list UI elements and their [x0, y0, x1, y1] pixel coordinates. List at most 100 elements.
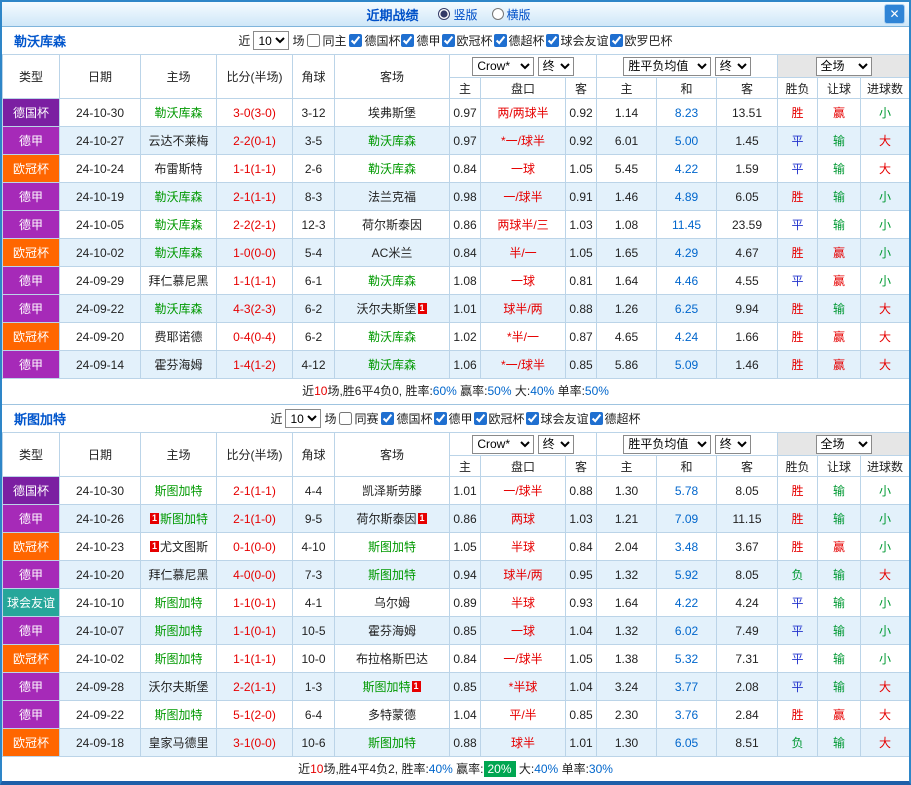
- league-filters: 德国杯德甲欧冠杯德超杯球会友谊欧罗巴杯: [349, 32, 672, 49]
- handicap-result: 输: [818, 589, 861, 617]
- team-name-text: 斯图加特: [160, 512, 208, 526]
- score: 0-1(0-0): [217, 533, 293, 561]
- recent-count-select[interactable]: 10: [253, 31, 289, 50]
- avg-company-select[interactable]: 胜平负均值: [623, 435, 711, 454]
- away-team: 沃尔夫斯堡1: [335, 295, 450, 323]
- league-filter[interactable]: 德甲: [401, 32, 440, 49]
- match-type: 欧冠杯: [3, 323, 60, 351]
- result: 胜: [778, 533, 818, 561]
- match-date: 24-10-02: [60, 645, 141, 673]
- match-row: 德国杯24-10-30勒沃库森3-0(3-0)3-12埃弗斯堡0.97两/两球半…: [3, 99, 910, 127]
- league-checkbox[interactable]: [610, 34, 623, 47]
- sub-avg-draw: 和: [657, 78, 717, 99]
- league-label: 欧罗巴杯: [625, 32, 673, 49]
- match-type: 球会友谊: [3, 589, 60, 617]
- away-team: 斯图加特: [335, 533, 450, 561]
- result: 胜: [778, 351, 818, 379]
- result: 胜: [778, 183, 818, 211]
- avg-final-select[interactable]: 终: [715, 435, 751, 454]
- home-team: 1尤文图斯: [141, 533, 217, 561]
- odds-away: 0.85: [566, 701, 597, 729]
- odds-away: 1.05: [566, 239, 597, 267]
- home-team: 斯图加特: [141, 701, 217, 729]
- odds-company-select[interactable]: Crow*: [472, 435, 534, 454]
- portrait-radio[interactable]: [438, 8, 450, 20]
- match-row: 德甲24-10-19勒沃库森2-1(1-1)8-3法兰克福0.98一/球半0.9…: [3, 183, 910, 211]
- league-checkbox[interactable]: [401, 34, 414, 47]
- league-filter[interactable]: 欧冠杯: [442, 32, 493, 49]
- league-filter[interactable]: 球会友谊: [526, 410, 589, 427]
- odds-away: 0.92: [566, 127, 597, 155]
- match-row: 欧冠杯24-10-02斯图加特1-1(1-1)10-0布拉格斯巴达0.84一/球…: [3, 645, 910, 673]
- recent-count-select[interactable]: 10: [285, 409, 321, 428]
- odds-handicap: 一球: [481, 267, 566, 295]
- result: 平: [778, 645, 818, 673]
- league-filter[interactable]: 德超杯: [590, 410, 641, 427]
- avg-home: 4.65: [597, 323, 657, 351]
- league-checkbox[interactable]: [434, 412, 447, 425]
- league-filter[interactable]: 球会友谊: [546, 32, 609, 49]
- corners: 6-1: [293, 267, 335, 295]
- odds-home: 0.97: [450, 99, 481, 127]
- league-label: 德超杯: [509, 32, 545, 49]
- league-checkbox[interactable]: [546, 34, 559, 47]
- match-date: 24-09-22: [60, 295, 141, 323]
- handicap-result: 输: [818, 183, 861, 211]
- league-filter[interactable]: 欧罗巴杯: [610, 32, 673, 49]
- league-checkbox[interactable]: [526, 412, 539, 425]
- league-checkbox[interactable]: [474, 412, 487, 425]
- league-filter[interactable]: 德超杯: [494, 32, 545, 49]
- view-option-portrait[interactable]: 竖版: [438, 6, 477, 23]
- avg-home: 3.24: [597, 673, 657, 701]
- match-date: 24-10-05: [60, 211, 141, 239]
- league-filter[interactable]: 德甲: [434, 410, 473, 427]
- league-filter[interactable]: 德国杯: [381, 410, 432, 427]
- view-option-landscape[interactable]: 横版: [492, 6, 531, 23]
- close-button[interactable]: ✕: [884, 4, 905, 24]
- home-team: 斯图加特: [141, 589, 217, 617]
- result: 平: [778, 673, 818, 701]
- result: 平: [778, 211, 818, 239]
- league-filter[interactable]: 德国杯: [349, 32, 400, 49]
- col-away: 客场: [335, 55, 450, 99]
- same-competition-filter[interactable]: 同赛: [339, 410, 378, 427]
- odds-final-select[interactable]: 终: [538, 57, 574, 76]
- recent-matches-table: 类型 日期 主场 比分(半场) 角球 客场 Crow* 终 胜平负均值 终: [2, 432, 910, 757]
- team-name-text: 勒沃库森: [368, 330, 416, 344]
- scope-select[interactable]: 全场: [816, 57, 872, 76]
- col-home: 主场: [141, 55, 217, 99]
- same-venue-filter[interactable]: 同主: [307, 32, 346, 49]
- avg-final-select[interactable]: 终: [715, 57, 751, 76]
- odds-final-select[interactable]: 终: [538, 435, 574, 454]
- same-competition-checkbox[interactable]: [339, 412, 352, 425]
- summary-part: 60%: [433, 384, 457, 398]
- handicap-result: 输: [818, 211, 861, 239]
- avg-draw: 3.76: [657, 701, 717, 729]
- match-date: 24-10-07: [60, 617, 141, 645]
- match-date: 24-10-24: [60, 155, 141, 183]
- avg-home: 1.46: [597, 183, 657, 211]
- corners: 4-10: [293, 533, 335, 561]
- summary-part: 近: [298, 762, 310, 776]
- odds-company-select[interactable]: Crow*: [472, 57, 534, 76]
- scope-select[interactable]: 全场: [816, 435, 872, 454]
- league-filter[interactable]: 欧冠杯: [474, 410, 525, 427]
- landscape-radio[interactable]: [492, 8, 504, 20]
- league-checkbox[interactable]: [494, 34, 507, 47]
- league-checkbox[interactable]: [442, 34, 455, 47]
- handicap-result: 赢: [818, 323, 861, 351]
- league-checkbox[interactable]: [349, 34, 362, 47]
- home-team: 1斯图加特: [141, 505, 217, 533]
- odds-home: 1.04: [450, 701, 481, 729]
- same-venue-checkbox[interactable]: [307, 34, 320, 47]
- league-checkbox[interactable]: [590, 412, 603, 425]
- summary-part: 单率:: [554, 384, 585, 398]
- avg-company-select[interactable]: 胜平负均值: [623, 57, 711, 76]
- handicap-result: 输: [818, 127, 861, 155]
- avg-home: 2.30: [597, 701, 657, 729]
- match-row: 德甲24-09-29拜仁慕尼黑1-1(1-1)6-1勒沃库森1.08一球0.81…: [3, 267, 910, 295]
- col-date: 日期: [60, 55, 141, 99]
- summary-part: 50%: [585, 384, 609, 398]
- away-team: AC米兰: [335, 239, 450, 267]
- league-checkbox[interactable]: [381, 412, 394, 425]
